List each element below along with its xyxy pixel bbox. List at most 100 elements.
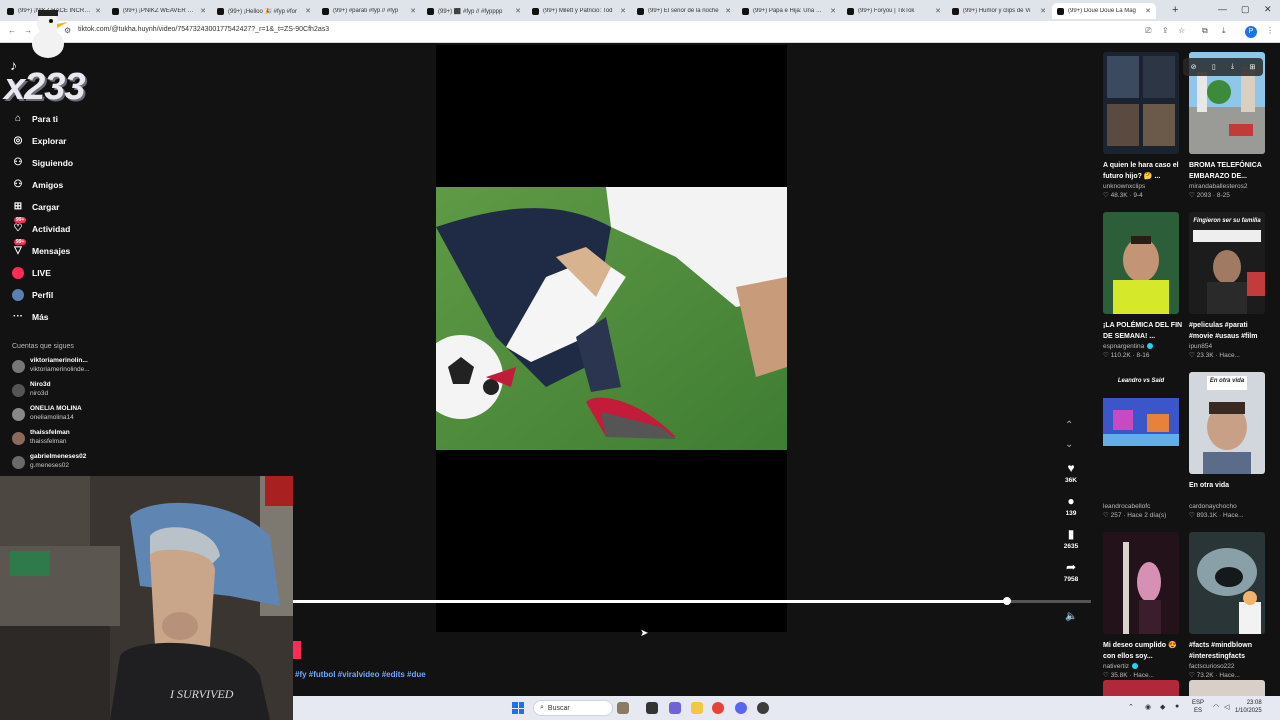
new-tab-button[interactable]: + (1172, 4, 1178, 16)
suggested-video-card[interactable]: Mi deseo cumplido 😍 con ellos soy... nati… (1103, 532, 1183, 681)
copilot-icon[interactable] (669, 702, 681, 714)
video-author[interactable]: unknownxclips (1103, 182, 1183, 191)
like-button[interactable]: ♥ 36K (1058, 461, 1084, 484)
nav-item-m-s[interactable]: ··· Más (12, 311, 49, 322)
close-tab-icon[interactable]: ✕ (725, 7, 731, 15)
start-button-icon[interactable] (512, 702, 524, 714)
browser-tab[interactable]: (99+) Humor y clips de Vi ✕ (947, 3, 1051, 19)
downloads-icon[interactable]: ⤓ (1222, 26, 1226, 36)
nav-item-live[interactable]: LIVE (12, 267, 51, 279)
widgets-icon[interactable] (617, 702, 629, 714)
browser-tab[interactable]: (99+) Milett y Patricio: Tod ✕ (527, 3, 631, 19)
copy-icon[interactable]: ▯ (1212, 63, 1216, 71)
suggested-video-card[interactable]: Leandro vs Said leandrocabellofc ♡ 257 · H… (1103, 372, 1183, 521)
followed-account[interactable]: viktoriamerinolin... viktoriamerinolinde.… (12, 357, 90, 374)
video-thumbnail[interactable]: Leandro vs Said (1103, 372, 1179, 474)
tray-chevron-icon[interactable]: ⌃ (1128, 703, 1134, 711)
browser-tab[interactable]: (99+) ¡Helloo 🎉 #fyp #for ✕ (212, 3, 316, 19)
close-tab-icon[interactable]: ✕ (200, 7, 206, 15)
cast-icon[interactable]: ⎚ (1145, 26, 1151, 36)
tray-app-2-icon[interactable]: ◆ (1160, 703, 1165, 711)
browser-tab[interactable]: (99+) Papa e Hija: Una Hist ✕ (737, 3, 841, 19)
tray-app-3-icon[interactable]: ● (1175, 703, 1179, 710)
video-thumbnail[interactable] (1189, 532, 1265, 634)
video-thumbnail[interactable] (1103, 212, 1179, 314)
nav-item-explorar[interactable]: ◎ Explorar (12, 135, 67, 146)
video-thumbnail[interactable] (1103, 680, 1179, 696)
nav-item-para-ti[interactable]: ⌂ Para ti (12, 113, 58, 124)
taskbar-search[interactable]: ⌕ Buscar (533, 700, 613, 716)
followed-account[interactable]: ONELIA MOLINA oneliamolina14 (12, 405, 82, 422)
video-thumbnail[interactable] (1103, 532, 1179, 634)
close-tab-icon[interactable]: ✕ (515, 7, 521, 15)
previous-video-icon[interactable]: ⌃ (1065, 420, 1073, 431)
suggested-video-card[interactable]: ¡LA POLÉMICA DEL FIN DE SEMANA! ... espna… (1103, 212, 1183, 361)
discord-icon[interactable] (735, 702, 747, 714)
language-indicator[interactable]: ESP ES (1192, 699, 1204, 715)
close-window-icon[interactable]: ✕ (1264, 4, 1272, 15)
nav-item-perfil[interactable]: Perfil (12, 289, 53, 301)
video-frame-soccer[interactable] (436, 187, 787, 450)
bookmark-star-icon[interactable]: ☆ (1178, 26, 1185, 35)
video-thumbnail[interactable]: En otra vida (1189, 372, 1265, 474)
url-field[interactable]: tiktok.com/@tukha.huynh/video/7547324300… (78, 26, 329, 33)
obs-icon[interactable] (757, 702, 769, 714)
video-thumbnail[interactable] (1189, 680, 1265, 696)
speaker-icon[interactable]: ◁ (1224, 703, 1229, 711)
chrome-icon[interactable] (712, 702, 724, 714)
followed-account[interactable]: gabrielmeneses02 g.meneses02 (12, 453, 86, 470)
share-icon[interactable]: ⇪ (1162, 26, 1169, 35)
comment-button[interactable]: ● 139 (1058, 494, 1084, 517)
video-author[interactable]: nativertiz (1103, 662, 1183, 671)
video-author[interactable]: mirandaballesteros2 (1189, 182, 1269, 191)
volume-icon[interactable]: 🔈 (1065, 611, 1077, 622)
browser-tab[interactable]: (99+) Foryou | TikTok ✕ (842, 3, 946, 19)
nav-item-actividad[interactable]: ♡ 99+ Actividad (12, 217, 70, 234)
browser-tab[interactable]: (99+) ¡PNIKZ WEAVER SUP ✕ (107, 3, 211, 19)
profile-avatar[interactable]: P (1245, 26, 1257, 38)
video-progress-handle[interactable] (1003, 597, 1011, 605)
video-author[interactable]: cardonaychocho (1189, 502, 1269, 511)
download-icon[interactable]: ⤓ (1231, 63, 1234, 71)
suggested-video-card[interactable]: Fingieron ser su familia #peliculas #para… (1189, 212, 1269, 361)
pip-icon[interactable]: ⊘ (1191, 63, 1197, 71)
suggested-video-card[interactable]: A quien le hara caso el futuro hijo? 🤔 .… (1103, 52, 1183, 201)
video-thumbnail[interactable] (1103, 52, 1179, 154)
close-tab-icon[interactable]: ✕ (95, 7, 101, 15)
suggested-video-card[interactable]: En otra vida En otra vida cardonaychocho ♡ … (1189, 372, 1269, 521)
browser-tab[interactable]: (99+) Doue Doue La Mag ✕ (1052, 3, 1156, 19)
followed-account[interactable]: thaissfelman thaissfelman (12, 429, 70, 446)
browser-tab[interactable]: (99+) El señor de la noche ✕ (632, 3, 736, 19)
nav-item-siguiendo[interactable]: ⚇ Siguiendo (12, 157, 74, 168)
close-tab-icon[interactable]: ✕ (305, 7, 311, 15)
close-tab-icon[interactable]: ✕ (620, 7, 626, 15)
save-button[interactable]: ▮ 2635 (1058, 527, 1084, 550)
nav-item-amigos[interactable]: ⚇ Amigos (12, 179, 64, 190)
video-author[interactable]: leandrocabellofc (1103, 502, 1183, 511)
close-tab-icon[interactable]: ✕ (1040, 7, 1046, 15)
video-thumbnail[interactable]: Fingieron ser su familia (1189, 212, 1265, 314)
video-author[interactable]: ipun854 (1189, 342, 1269, 351)
close-tab-icon[interactable]: ✕ (830, 7, 836, 15)
followed-account[interactable]: Niro3d niro3d (12, 381, 51, 398)
next-video-icon[interactable]: ⌄ (1065, 439, 1073, 450)
close-tab-icon[interactable]: ✕ (1145, 7, 1151, 15)
back-icon[interactable]: ← (8, 26, 16, 35)
video-hashtags[interactable]: #fy #futbol #viralvideo #edits #due (295, 670, 426, 679)
tray-app-icon[interactable]: ◉ (1145, 703, 1151, 711)
file-explorer-icon[interactable] (691, 702, 703, 714)
grid-icon[interactable]: ⊞ (1249, 63, 1255, 71)
extensions-icon[interactable]: ⧉ (1202, 26, 1208, 36)
video-author[interactable]: espnargentina (1103, 342, 1183, 351)
taskbar-clock[interactable]: 23:08 1/10/2025 (1235, 699, 1262, 715)
share-button[interactable]: ➦ 7958 (1058, 560, 1084, 583)
browser-tab[interactable]: (99+) #parati #fyp // #fyp ✕ (317, 3, 421, 19)
video-author[interactable]: factscurioso222 (1189, 662, 1269, 671)
maximize-icon[interactable]: ▢ (1241, 4, 1250, 15)
menu-kebab-icon[interactable]: ⋮ (1266, 26, 1274, 35)
close-tab-icon[interactable]: ✕ (410, 7, 416, 15)
nav-item-cargar[interactable]: ⊞ Cargar (12, 201, 60, 212)
minimize-icon[interactable]: — (1218, 4, 1227, 14)
suggested-video-card[interactable]: #facts #mindblown #interestingfacts facts… (1189, 532, 1269, 681)
browser-tab[interactable]: (99+) ⬛ #fyp // #fypppp ✕ (422, 3, 526, 19)
